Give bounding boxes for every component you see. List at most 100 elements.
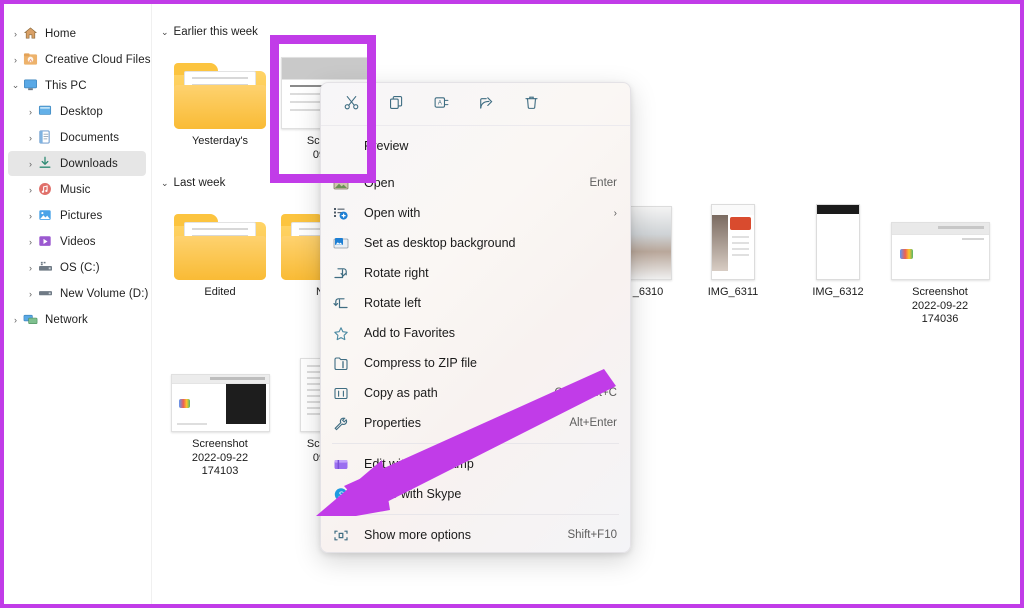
chevron-down-icon[interactable]: ⌄: [161, 178, 169, 189]
file-tile-screenshot-174036[interactable]: Screenshot 2022-09-22 174036: [888, 202, 992, 327]
sidebar-item-creative-cloud-files[interactable]: › A Creative Cloud Files: [8, 47, 150, 72]
copy-button[interactable]: [374, 88, 419, 120]
context-menu[interactable]: A Preview Open Enter Open with › Set as …: [320, 82, 631, 553]
chevron-right-icon[interactable]: ›: [614, 208, 617, 219]
share-icon: [478, 94, 495, 114]
network-icon: [23, 312, 42, 328]
menu-item-label: Rotate left: [364, 296, 421, 310]
chevron-right-icon[interactable]: ›: [8, 315, 23, 325]
file-name-label: Screenshot 2022-09-22 174036: [911, 286, 969, 325]
sidebar-item-network[interactable]: › Network: [8, 307, 146, 332]
file-explorer-window: › Home › A Creative Cloud Files ⌄ This P…: [0, 0, 1024, 608]
sidebar-item-label: Home: [45, 27, 77, 40]
phone-list-thumbnail: [786, 202, 890, 280]
desktop-icon: [38, 104, 57, 120]
menu-item-label: Preview: [364, 139, 409, 153]
file-tile-img-6311[interactable]: IMG_6311: [681, 202, 785, 300]
file-tile-yesterdays[interactable]: Yesterday's: [168, 51, 272, 149]
chevron-right-icon[interactable]: ›: [23, 289, 38, 299]
chevron-right-icon[interactable]: ›: [8, 55, 23, 65]
group-header-earlier-this-week[interactable]: ⌄ Earlier this week: [161, 26, 258, 38]
chevron-right-icon[interactable]: ›: [23, 133, 38, 143]
rename-icon: A: [433, 94, 450, 114]
zip-icon: [333, 356, 357, 371]
sidebar-item-videos[interactable]: › Videos: [8, 229, 146, 254]
menu-item-rotate-right[interactable]: Rotate right: [321, 258, 630, 288]
menu-item-add-to-favorites[interactable]: Add to Favorites: [321, 318, 630, 348]
music-icon: [38, 182, 57, 198]
group-header-label: Earlier this week: [173, 26, 258, 38]
menu-item-compress-to-zip[interactable]: Compress to ZIP file: [321, 348, 630, 378]
menu-item-show-more-options[interactable]: Show more options Shift+F10: [321, 520, 630, 550]
show-more-icon: [333, 528, 357, 543]
documents-icon: [38, 130, 57, 146]
svg-text:A: A: [438, 101, 442, 107]
chevron-right-icon[interactable]: ›: [23, 211, 38, 221]
sidebar-item-label: Downloads: [60, 157, 118, 170]
sidebar-item-new-volume-d[interactable]: › New Volume (D:): [8, 281, 148, 306]
drive-icon: [38, 260, 57, 276]
this-pc-icon: [23, 78, 42, 94]
sidebar-item-label: Videos: [60, 235, 96, 248]
menu-item-share-with-skype[interactable]: S Share with Skype: [321, 479, 630, 509]
chevron-right-icon[interactable]: ›: [23, 159, 38, 169]
skype-icon: S: [333, 487, 357, 502]
sidebar-item-desktop[interactable]: › Desktop: [8, 99, 146, 124]
file-tile-screenshot-174103[interactable]: Screenshot 2022-09-22 174103: [168, 354, 272, 479]
menu-item-label: Open: [364, 176, 395, 190]
chevron-right-icon[interactable]: ›: [23, 185, 38, 195]
menu-item-open[interactable]: Open Enter: [321, 168, 630, 198]
chevron-right-icon[interactable]: ›: [23, 107, 38, 117]
sidebar-item-label: OS (C:): [60, 261, 100, 274]
sidebar-item-label: Documents: [60, 131, 120, 144]
menu-separator: [332, 514, 619, 515]
delete-button[interactable]: [509, 88, 554, 120]
menu-item-copy-as-path[interactable]: Copy as path Ctrl+Shift+C: [321, 378, 630, 408]
chevron-right-icon[interactable]: ›: [23, 237, 38, 247]
downloads-icon: [38, 156, 57, 172]
group-header-label: Last week: [173, 177, 226, 189]
group-header-last-week[interactable]: ⌄ Last week: [161, 177, 225, 189]
chevron-right-icon[interactable]: ›: [23, 263, 38, 273]
sidebar-item-label: Pictures: [60, 209, 103, 222]
navigation-sidebar: › Home › A Creative Cloud Files ⌄ This P…: [4, 4, 152, 604]
phone-screenshot-thumbnail: [681, 202, 785, 280]
cut-button[interactable]: [329, 88, 374, 120]
sidebar-item-downloads[interactable]: › Downloads: [8, 151, 146, 176]
menu-item-set-as-desktop-background[interactable]: Set as desktop background: [321, 228, 630, 258]
rename-button[interactable]: A: [419, 88, 464, 120]
menu-item-label: Edit with Clipchamp: [364, 457, 474, 471]
copy-icon: [388, 94, 405, 114]
home-icon: [23, 26, 42, 42]
menu-item-rotate-left[interactable]: Rotate left: [321, 288, 630, 318]
menu-item-edit-with-clipchamp[interactable]: Edit with Clipchamp: [321, 449, 630, 479]
sidebar-item-music[interactable]: › Music: [8, 177, 146, 202]
file-tile-img-6312[interactable]: IMG_6312: [786, 202, 890, 300]
file-tile-edited[interactable]: Edited: [168, 202, 272, 300]
sidebar-item-this-pc[interactable]: ⌄ This PC: [8, 73, 146, 98]
rotate-right-icon: [333, 266, 357, 281]
desktop-background-icon: [333, 236, 357, 251]
menu-item-properties[interactable]: Properties Alt+Enter: [321, 408, 630, 438]
menu-item-label: Share with Skype: [364, 487, 462, 501]
menu-item-open-with[interactable]: Open with ›: [321, 198, 630, 228]
chevron-right-icon[interactable]: ›: [8, 29, 23, 39]
chevron-down-icon[interactable]: ⌄: [8, 80, 23, 91]
copy-path-icon: [333, 386, 357, 401]
folder-icon: [168, 51, 272, 129]
properties-icon: [333, 416, 357, 431]
sidebar-item-os-c[interactable]: › OS (C:): [8, 255, 146, 280]
menu-item-label: Copy as path: [364, 386, 438, 400]
sidebar-item-documents[interactable]: › Documents: [8, 125, 146, 150]
chevron-down-icon[interactable]: ⌄: [161, 27, 169, 38]
file-name-label: IMG_6311: [707, 286, 759, 298]
sidebar-item-pictures[interactable]: › Pictures: [8, 203, 146, 228]
menu-item-accelerator: Alt+Enter: [569, 417, 617, 429]
menu-item-label: Open with: [364, 206, 421, 220]
scissors-icon: [343, 94, 360, 114]
menu-item-preview[interactable]: Preview: [321, 131, 630, 161]
menu-item-accelerator: Shift+F10: [567, 529, 617, 541]
browser-screenshot-thumbnail: [888, 202, 992, 280]
sidebar-item-home[interactable]: › Home: [8, 21, 146, 46]
share-button[interactable]: [464, 88, 509, 120]
